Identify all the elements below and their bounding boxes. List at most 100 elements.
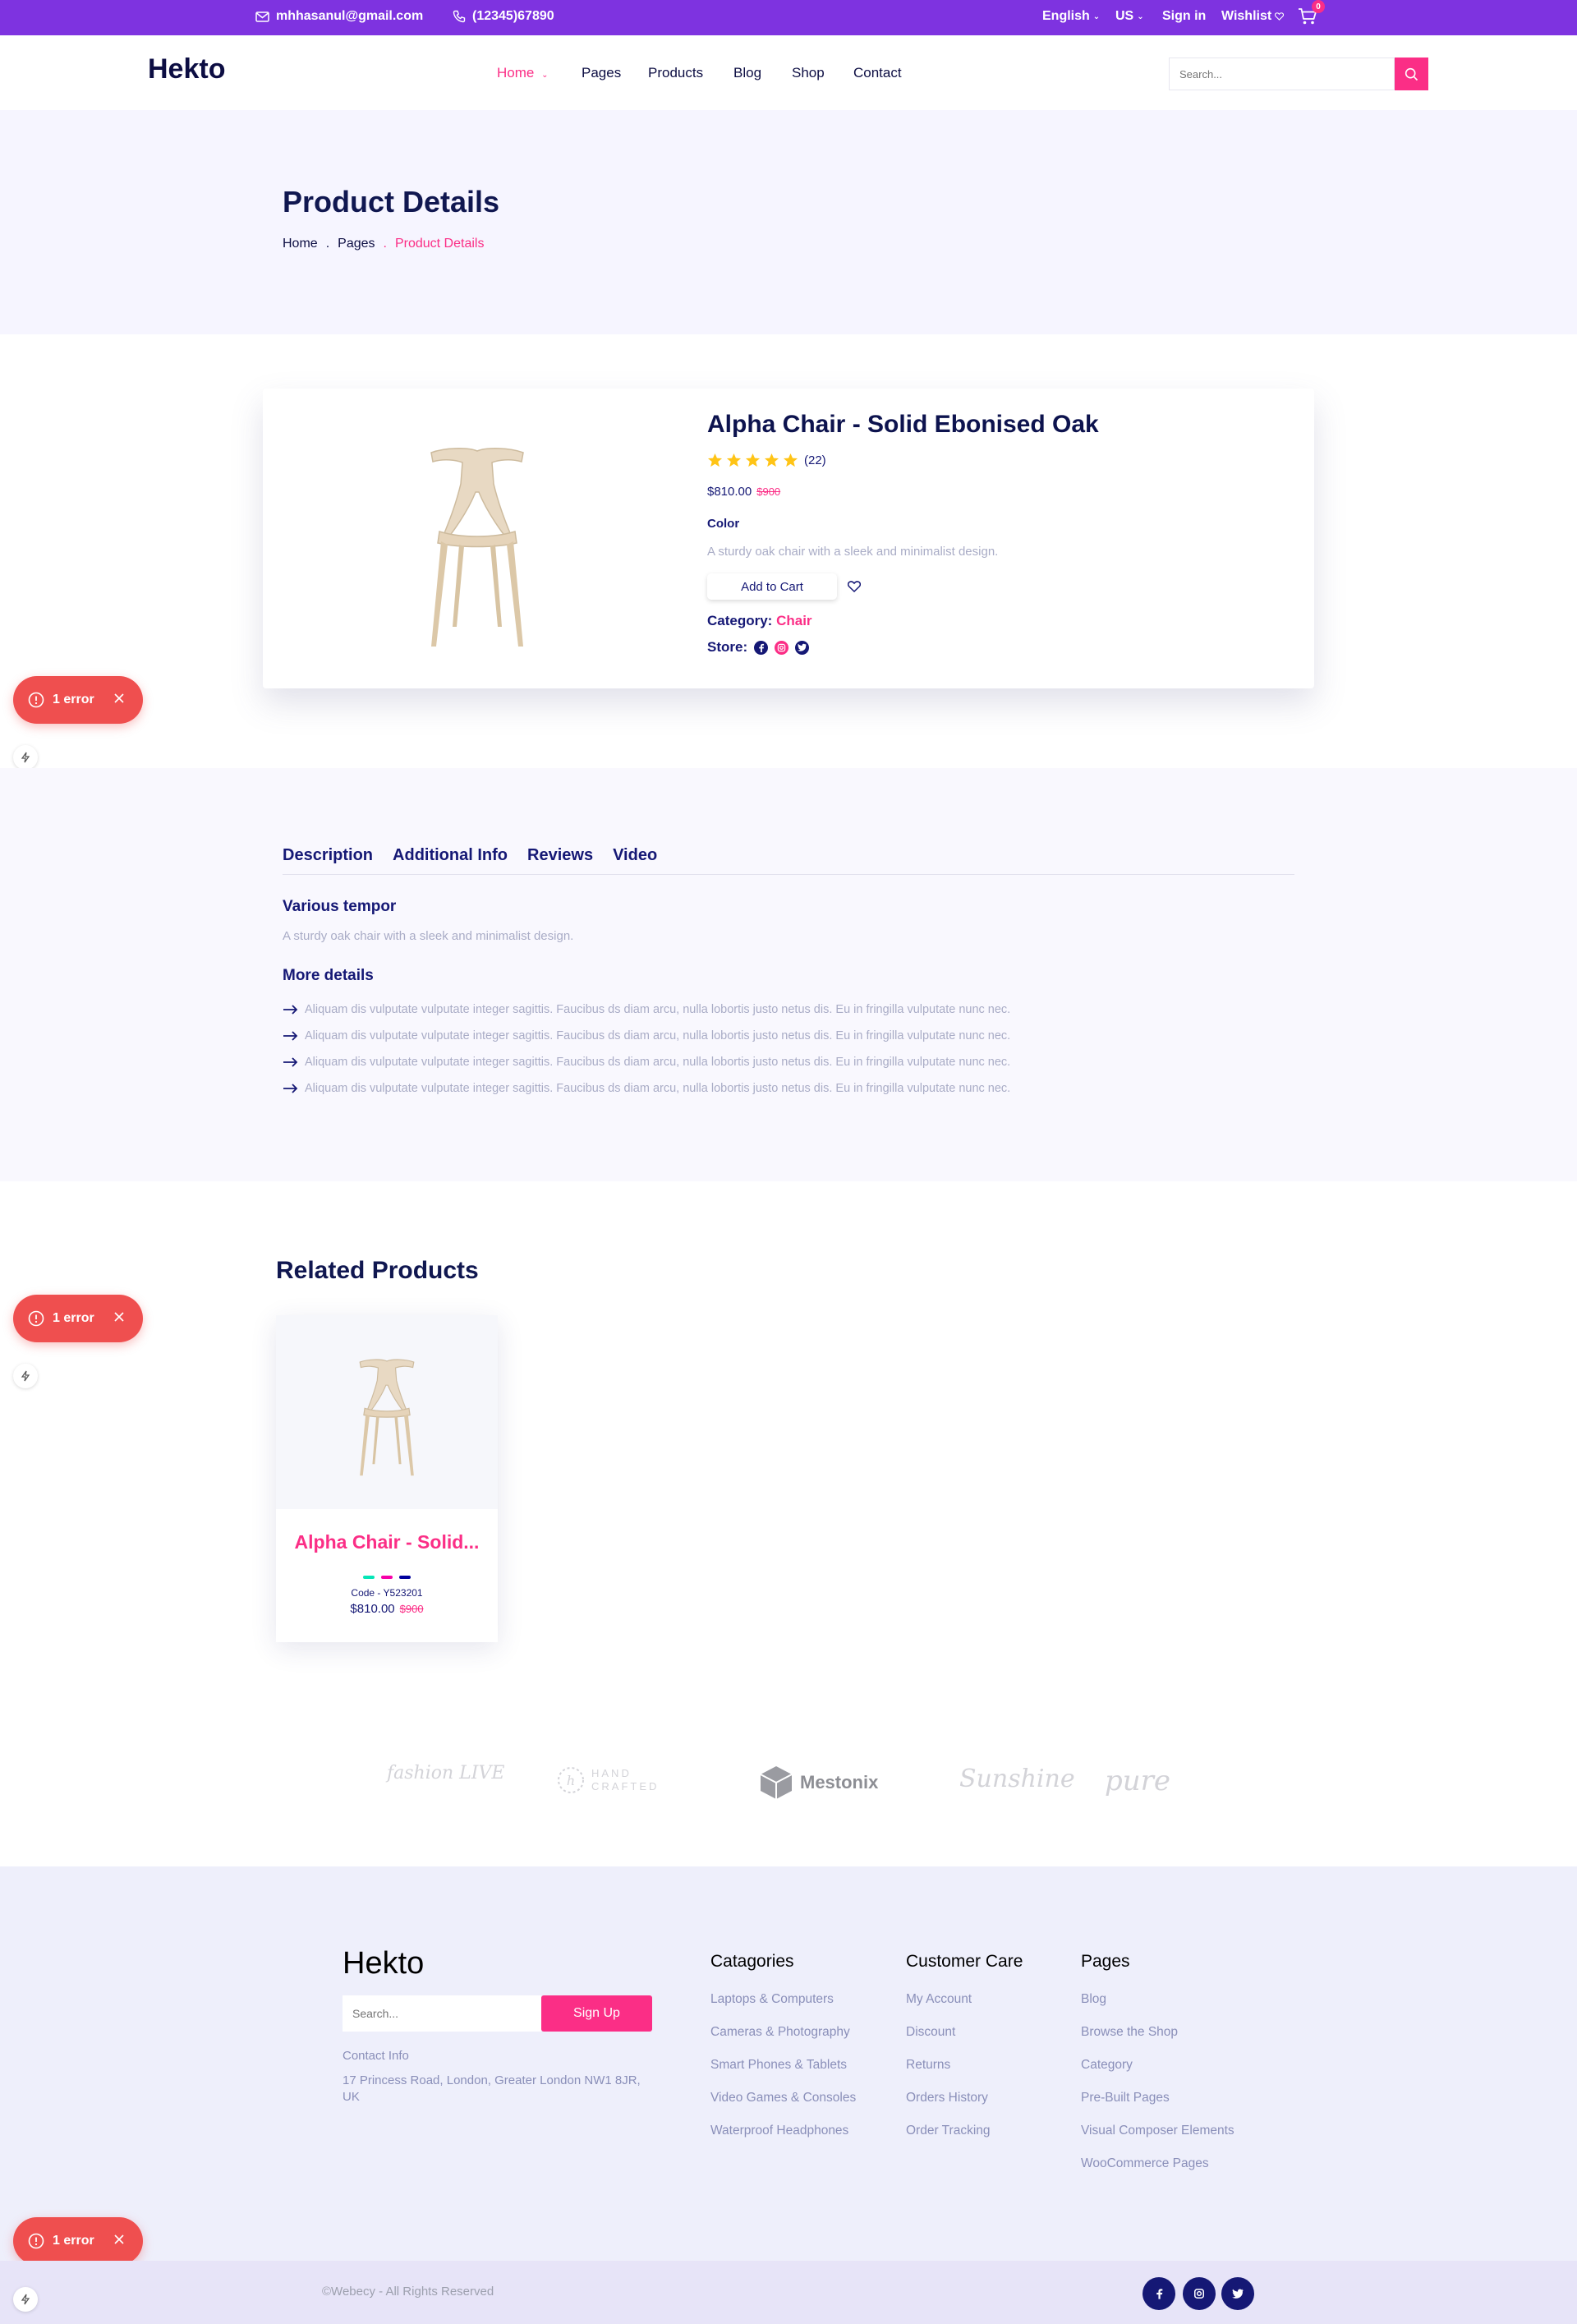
twitter-icon[interactable]: [795, 640, 810, 655]
breadcrumb-pages[interactable]: Pages: [338, 237, 375, 251]
related-product-image: [276, 1315, 498, 1509]
search-button[interactable]: [1395, 58, 1428, 90]
email-text: mhhasanul@gmail.com: [276, 9, 424, 23]
nav-blog[interactable]: Blog: [733, 65, 761, 81]
store-social: Store:: [707, 639, 810, 656]
nav-home[interactable]: Home ⌄: [497, 65, 548, 81]
footer-logo[interactable]: Hekto: [343, 1946, 424, 1981]
footer-link[interactable]: Laptops & Computers: [710, 1992, 834, 2007]
footer-link[interactable]: Smart Phones & Tablets: [710, 2058, 847, 2073]
breadcrumb-separator: .: [383, 237, 387, 251]
instagram-icon[interactable]: [775, 640, 789, 655]
tab-additional-info[interactable]: Additional Info: [393, 846, 508, 874]
footer-link[interactable]: Pre-Built Pages: [1081, 2091, 1170, 2105]
product-title: Alpha Chair - Solid Ebonised Oak: [707, 411, 1099, 438]
nav-shop[interactable]: Shop: [792, 65, 825, 81]
footer-link[interactable]: Visual Composer Elements: [1081, 2124, 1234, 2138]
footer-link[interactable]: My Account: [906, 1992, 972, 2007]
footer-link[interactable]: Order Tracking: [906, 2124, 991, 2138]
footer-bottom-bar: ©Webecy - All Rights Reserved: [0, 2261, 1577, 2324]
footer-link[interactable]: Video Games & Consoles: [710, 2091, 856, 2105]
breadcrumb-separator: .: [325, 237, 330, 251]
current-price: $810.00: [707, 485, 752, 499]
breadcrumb: Home. Pages. Product Details: [283, 237, 484, 251]
error-toast[interactable]: 1 error: [13, 2217, 143, 2265]
footer-link[interactable]: Returns: [906, 2058, 950, 2073]
lightning-icon[interactable]: [13, 2287, 38, 2312]
brand-logo-mestonix: Mestonix: [759, 1765, 878, 1801]
footer-link[interactable]: Discount: [906, 2025, 955, 2040]
instagram-icon[interactable]: [1183, 2277, 1216, 2310]
phone-contact[interactable]: (12345)67890: [453, 9, 554, 24]
email-contact[interactable]: mhhasanul@gmail.com: [255, 9, 423, 24]
facebook-icon[interactable]: [754, 640, 769, 655]
newsletter-input[interactable]: [343, 1995, 541, 2032]
color-swatch[interactable]: [399, 1576, 411, 1579]
category-value[interactable]: Chair: [776, 613, 811, 628]
footer-link[interactable]: Browse the Shop: [1081, 2025, 1178, 2040]
nav-contact[interactable]: Contact: [853, 65, 902, 81]
error-label: 1 error: [53, 1311, 94, 1325]
site-logo[interactable]: Hekto: [148, 53, 225, 85]
lightning-icon[interactable]: [13, 745, 38, 770]
nav-pages[interactable]: Pages: [582, 65, 621, 81]
old-price: $900: [399, 1603, 424, 1615]
error-toast[interactable]: 1 error: [13, 1295, 143, 1342]
footer-col-pages-title: Pages: [1081, 1952, 1130, 1971]
chevron-down-icon: ⌄: [1137, 12, 1144, 21]
color-swatch[interactable]: [381, 1576, 393, 1579]
close-icon[interactable]: [112, 1309, 126, 1324]
close-icon[interactable]: [112, 691, 126, 706]
language-select[interactable]: English ⌄: [1042, 9, 1100, 24]
tab-description[interactable]: Description: [283, 846, 373, 874]
twitter-icon[interactable]: [1221, 2277, 1254, 2310]
copyright-text: ©Webecy - All Rights Reserved: [322, 2285, 494, 2299]
footer-link[interactable]: Orders History: [906, 2091, 988, 2105]
main-nav: Hekto Home ⌄ Pages Products Blog Shop Co…: [0, 35, 1577, 110]
footer-link[interactable]: Cameras & Photography: [710, 2025, 850, 2040]
tab-reviews[interactable]: Reviews: [527, 846, 593, 874]
sign-up-button[interactable]: Sign Up: [541, 1995, 652, 2032]
error-toast[interactable]: 1 error: [13, 676, 143, 724]
nav-products[interactable]: Products: [648, 65, 703, 81]
current-price: $810.00: [350, 1602, 395, 1616]
chevron-down-icon: ⌄: [541, 71, 549, 80]
brand-logo-sunshine: Sunshine: [959, 1765, 1075, 1793]
footer-link[interactable]: Blog: [1081, 1992, 1106, 2007]
list-item: Aliquam dis vulputate vulputate integer …: [283, 1003, 1010, 1016]
star-icon: [764, 453, 779, 467]
alert-circle-icon: [28, 2233, 44, 2249]
wishlist-link[interactable]: Wishlist: [1221, 9, 1285, 24]
list-item-text: Aliquam dis vulputate vulputate integer …: [305, 1003, 1011, 1016]
facebook-icon[interactable]: [1143, 2277, 1175, 2310]
sign-in-link[interactable]: Sign in: [1162, 9, 1206, 24]
list-item-text: Aliquam dis vulputate vulputate integer …: [305, 1029, 1011, 1042]
currency-label: US: [1115, 9, 1134, 23]
svg-text:h: h: [567, 1773, 575, 1788]
related-product-card[interactable]: Alpha Chair - Solid... Code - Y523201 $8…: [276, 1315, 498, 1642]
footer-link[interactable]: WooCommerce Pages: [1081, 2156, 1209, 2171]
old-price: $900: [756, 486, 781, 498]
color-label: Color: [707, 517, 740, 531]
currency-select[interactable]: US ⌄: [1115, 9, 1144, 24]
heart-icon[interactable]: [848, 581, 861, 592]
footer-link[interactable]: Category: [1081, 2058, 1133, 2073]
add-to-cart-button[interactable]: Add to Cart: [707, 573, 837, 600]
footer-link[interactable]: Waterproof Headphones: [710, 2124, 848, 2138]
brand-logo-fashion-live: fashion LIVE: [387, 1765, 504, 1783]
rating-stars: [707, 453, 798, 468]
store-label: Store:: [707, 639, 748, 655]
star-icon: [783, 453, 798, 467]
color-swatches: [363, 1576, 411, 1579]
chevron-down-icon: ⌄: [1092, 12, 1101, 21]
details-tabs: Description Additional Info Reviews Vide…: [283, 846, 1294, 875]
related-product-name[interactable]: Alpha Chair - Solid...: [276, 1531, 498, 1553]
product-details-section: Description Additional Info Reviews Vide…: [0, 768, 1577, 1181]
close-icon[interactable]: [112, 2232, 126, 2247]
breadcrumb-home[interactable]: Home: [283, 237, 318, 251]
search-input[interactable]: [1170, 58, 1394, 90]
lightning-icon[interactable]: [13, 1364, 38, 1388]
brand-logo-handcrafted: h HAND CRAFTED: [555, 1765, 656, 1796]
color-swatch[interactable]: [363, 1576, 375, 1579]
tab-video[interactable]: Video: [613, 846, 657, 874]
